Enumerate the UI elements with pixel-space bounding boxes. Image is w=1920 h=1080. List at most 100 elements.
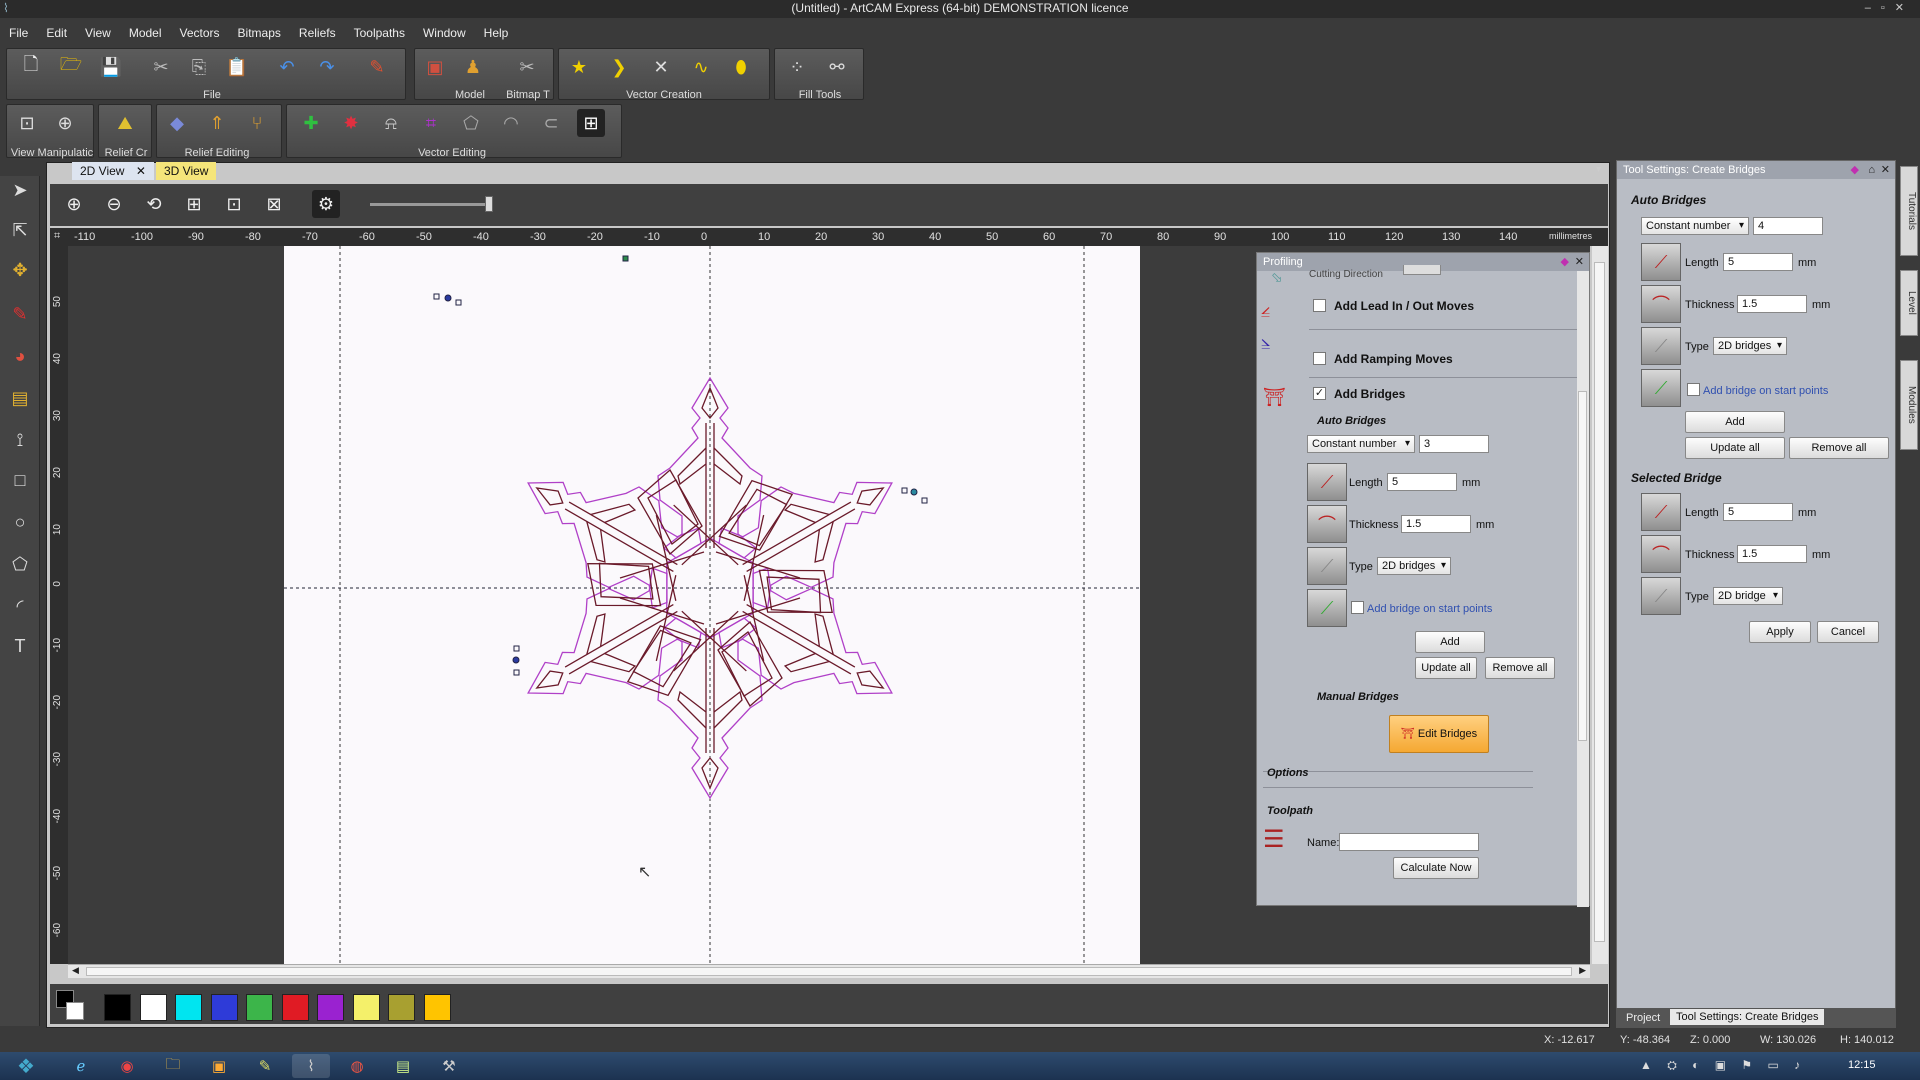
artcam-icon[interactable]: ⌇	[292, 1054, 330, 1078]
menu-help[interactable]: Help	[475, 22, 518, 40]
relief-fork-icon[interactable]: ⑂	[243, 109, 271, 137]
remove-all-button[interactable]: Remove all	[1789, 437, 1889, 459]
app-icon-red[interactable]: ◍	[338, 1054, 376, 1078]
open-folder-icon[interactable]: 🗁	[57, 53, 85, 81]
model-size-icon[interactable]: ▣	[421, 53, 449, 81]
scroll-thumb[interactable]	[86, 967, 1572, 976]
profiling-scroll-thumb[interactable]	[1578, 391, 1587, 741]
star-vector-icon[interactable]: ★	[565, 53, 593, 81]
selected-length-input[interactable]: 5	[1723, 503, 1793, 521]
add-bridge-button[interactable]: Add	[1685, 411, 1785, 433]
save-icon[interactable]: 💾	[97, 53, 125, 81]
color-tool-icon[interactable]: ◕	[6, 342, 34, 370]
vector-tool-icon[interactable]: ⟟	[6, 426, 34, 454]
scroll-right-icon[interactable]: ▶	[1579, 965, 1586, 976]
menu-file[interactable]: File	[0, 22, 37, 40]
color-swatch[interactable]	[423, 994, 451, 1021]
toolpath-name-input[interactable]	[1339, 833, 1479, 851]
add-lead-in-checkbox[interactable]	[1313, 299, 1326, 312]
chrome-icon[interactable]: ◉	[108, 1054, 146, 1078]
color-swatch[interactable]	[175, 994, 202, 1021]
shape-vector-icon[interactable]: ⬮	[727, 53, 755, 81]
group-frame-icon[interactable]: ⌗	[417, 109, 445, 137]
redo-icon[interactable]: ↷	[313, 53, 341, 81]
menu-window[interactable]: Window	[414, 22, 475, 40]
bridge-type-select[interactable]: 2D bridges	[1713, 337, 1787, 355]
app-icon-tool[interactable]: ⚒	[430, 1054, 468, 1078]
zoom-in-icon[interactable]: ⊕	[60, 190, 88, 218]
vscroll-thumb[interactable]	[1594, 262, 1605, 942]
rectangle-icon[interactable]: □	[6, 466, 34, 494]
color-swatch[interactable]	[246, 994, 273, 1021]
menu-bitmaps[interactable]: Bitmaps	[229, 22, 290, 40]
selected-thickness-input[interactable]: 1.5	[1737, 545, 1807, 563]
edit-bridges-button[interactable]: ⛩ Edit Bridges	[1389, 715, 1489, 753]
tab-project[interactable]: Project	[1622, 1010, 1664, 1026]
color-swatch[interactable]	[317, 994, 344, 1021]
add-node-icon[interactable]: ✚	[297, 109, 325, 137]
color-swatch[interactable]	[352, 994, 380, 1021]
tab-modules[interactable]: Modules	[1900, 360, 1918, 450]
zoom-window-icon[interactable]: ⊡	[13, 109, 41, 137]
doc-tabs-menu-icon[interactable]: ▾	[1596, 164, 1601, 175]
update-all-button[interactable]: Update all	[1685, 437, 1785, 459]
polygon-icon[interactable]: ⬠	[6, 550, 34, 578]
layer-tool-icon[interactable]: ▤	[6, 384, 34, 412]
add-bridges-checkbox[interactable]: ✓	[1313, 387, 1326, 400]
close-panel-icon[interactable]: ✕	[1575, 253, 1584, 271]
bridge-count-input[interactable]: 3	[1419, 435, 1489, 453]
update-all-button[interactable]: Update all	[1415, 657, 1477, 679]
fill-tool-2-icon[interactable]: ⚯	[823, 53, 851, 81]
menu-reliefs[interactable]: Reliefs	[290, 22, 345, 40]
horizontal-scrollbar[interactable]: ◀ ▶	[68, 964, 1590, 978]
close-panel-icon[interactable]: ✕	[1881, 161, 1890, 179]
zoom-fit-icon[interactable]: ⊞	[180, 190, 208, 218]
circle-icon[interactable]: ○	[6, 508, 34, 536]
bridge-count-mode-select[interactable]: Constant number	[1641, 217, 1749, 235]
add-bridge-button[interactable]: Add	[1415, 631, 1485, 653]
tab-tutorials[interactable]: Tutorials	[1900, 166, 1918, 256]
tab-2d-view[interactable]: 2D View ✕	[72, 162, 154, 180]
transform-tool-icon[interactable]: ✥	[6, 256, 34, 284]
tray-icons[interactable]: ▲ ⛭ ◐ ▣ ⚑ ▭ ♪	[1640, 1058, 1806, 1073]
bitmap-tool-icon[interactable]: ✂	[513, 53, 541, 81]
star-burst-icon[interactable]: ✸	[337, 109, 365, 137]
color-swatch[interactable]	[388, 994, 415, 1021]
bridge-start-checkbox[interactable]	[1687, 383, 1700, 396]
bridge-type-select[interactable]: 2D bridges	[1377, 557, 1451, 575]
paste-icon[interactable]: 📋	[223, 53, 251, 81]
current-colors-icon[interactable]	[56, 990, 84, 1020]
menu-vectors[interactable]: Vectors	[171, 22, 229, 40]
bridge-count-mode-select[interactable]: Constant number	[1307, 435, 1415, 453]
bridge-thickness-input[interactable]: 1.5	[1401, 515, 1471, 533]
relief-raise-icon[interactable]: ⇑	[203, 109, 231, 137]
bridge-length-input[interactable]: 5	[1387, 473, 1457, 491]
ruler-origin-icon[interactable]: ⌗	[54, 230, 60, 243]
node-edit-icon[interactable]: ⇱	[6, 216, 34, 244]
app-icon-notes[interactable]: ✎	[246, 1054, 284, 1078]
apply-button[interactable]: Apply	[1749, 621, 1811, 643]
zoom-extents-icon[interactable]: ⊠	[260, 190, 288, 218]
cross-vector-icon[interactable]: ✕	[647, 53, 675, 81]
start-button-icon[interactable]: ❖	[4, 1054, 48, 1078]
window-controls[interactable]: –▫✕	[1865, 0, 1914, 17]
transform-icon[interactable]: ⊞	[577, 109, 605, 137]
offset-icon[interactable]: ⬠	[457, 109, 485, 137]
menu-view[interactable]: View	[76, 22, 120, 40]
globe-icon[interactable]: ⊕	[51, 109, 79, 137]
menu-edit[interactable]: Edit	[37, 22, 76, 40]
remove-all-button[interactable]: Remove all	[1485, 657, 1555, 679]
arc-edit-icon[interactable]: ◠	[497, 109, 525, 137]
curve-vector-icon[interactable]: ∿	[687, 53, 715, 81]
calculate-now-button[interactable]: Calculate Now	[1393, 857, 1479, 879]
relief-plane-icon[interactable]: ◆	[163, 109, 191, 137]
relief-create-icon[interactable]: ⛰	[111, 109, 139, 137]
app-icon-folder[interactable]: ▤	[384, 1054, 422, 1078]
tab-level[interactable]: Level	[1900, 270, 1918, 336]
zoom-window-view-icon[interactable]: ⊡	[220, 190, 248, 218]
tab-3d-view[interactable]: 3D View	[156, 162, 217, 180]
zoom-previous-icon[interactable]: ⟲	[140, 190, 168, 218]
settings-gear-icon[interactable]: ⚙	[312, 190, 340, 218]
new-file-icon[interactable]: 🗋	[17, 53, 45, 81]
close-icon[interactable]: ✕	[136, 164, 146, 178]
